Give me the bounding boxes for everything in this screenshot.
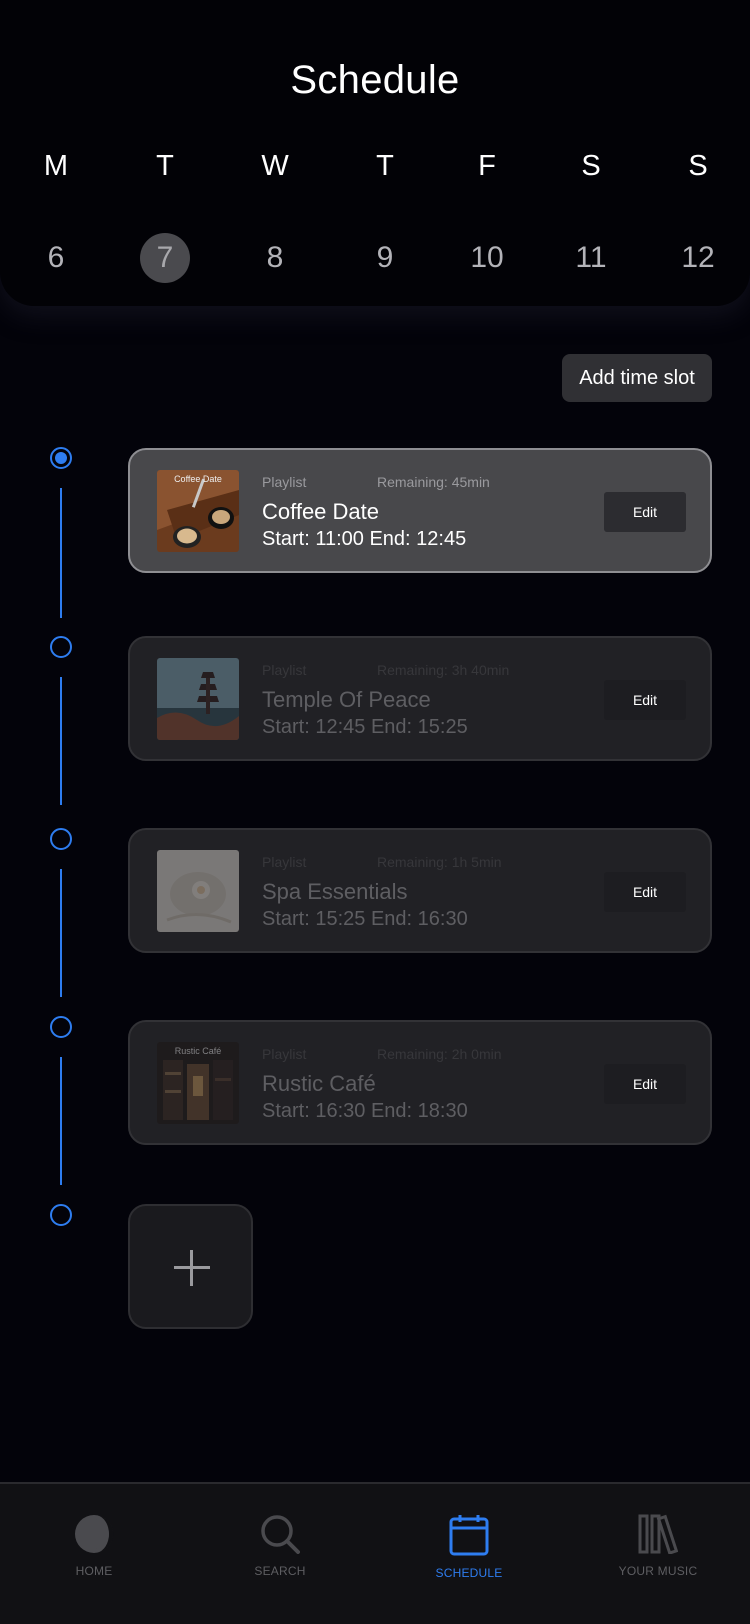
slot-times: Start: 16:30 End: 18:30 [262,1100,468,1122]
time-slot-card-spa-essentials[interactable]: Playlist Remaining: 1h 5min Spa Essentia… [128,828,712,953]
pagoda-landscape-image-icon [157,658,239,740]
add-slot-card[interactable] [128,1204,253,1329]
timeline-node [50,636,72,658]
date-6-button[interactable]: 6 [31,233,81,283]
calendar-icon [449,1515,489,1556]
spa-towel-image-icon [157,850,239,932]
date-10-button[interactable]: 10 [462,233,512,283]
artwork-caption: Coffee Date [174,474,222,484]
weekday-label: S [581,150,601,182]
tab-your-music[interactable]: YOUR MUSIC [578,1514,738,1578]
slot-times: Start: 11:00 End: 12:45 [262,528,467,550]
slot-title: Temple Of Peace [262,687,431,712]
timeline-line [60,1057,62,1185]
edit-button[interactable]: Edit [604,872,686,912]
edit-button[interactable]: Edit [604,492,686,532]
slot-remaining: Remaining: 45min [377,474,490,490]
timeline-node-active [50,447,72,469]
weekday-label: F [478,150,496,182]
slot-type: Playlist [262,474,307,490]
tab-label: SCHEDULE [435,1566,503,1580]
timeline-line [60,869,62,997]
timeline-line [60,488,62,618]
weekday-label: S [688,150,708,182]
slot-times: Start: 12:45 End: 15:25 [262,716,468,738]
date-8-button[interactable]: 8 [250,233,300,283]
edit-button[interactable]: Edit [604,1064,686,1104]
weekday-label: T [156,150,174,182]
time-slot-card-rustic-cafe[interactable]: Rustic Café Playlist Remaining: 2h 0min … [128,1020,712,1145]
date-11-button[interactable]: 11 [566,233,616,283]
page-title: Schedule [290,58,460,102]
edit-button[interactable]: Edit [604,680,686,720]
weekday-label: T [376,150,394,182]
schedule-header: Schedule M T W T F S S 6 7 8 9 10 11 12 [0,0,750,306]
slot-type: Playlist [262,662,307,678]
playlist-artwork [157,850,239,932]
date-9-button[interactable]: 9 [360,233,410,283]
time-slot-card-temple-of-peace[interactable]: Playlist Remaining: 3h 40min Temple Of P… [128,636,712,761]
slot-title: Spa Essentials [262,879,408,904]
tab-label: SEARCH [254,1564,306,1578]
weekday-label: W [261,150,289,182]
timeline-node [50,1016,72,1038]
playlist-artwork [157,658,239,740]
tab-schedule[interactable]: SCHEDULE [389,1514,549,1580]
weekday-label: M [43,150,69,182]
slot-title: Coffee Date [262,499,380,524]
slot-type: Playlist [262,854,307,870]
playlist-artwork: Rustic Café [157,1042,239,1124]
artwork-caption: Rustic Café [174,1046,222,1056]
date-12-button[interactable]: 12 [673,233,723,283]
playlist-artwork: Coffee Date [157,470,239,552]
tab-label: YOUR MUSIC [618,1564,698,1578]
tab-home[interactable]: HOME [14,1514,174,1578]
timeline-node [50,828,72,850]
slot-remaining: Remaining: 1h 5min [377,854,502,870]
slot-title: Rustic Café [262,1071,376,1096]
search-icon [261,1515,300,1554]
time-slot-card-coffee-date[interactable]: Coffee Date Playlist Remaining: 45min Co… [128,448,712,573]
slot-times: Start: 15:25 End: 16:30 [262,908,468,930]
home-icon [75,1515,114,1553]
bottom-tab-bar: HOME SEARCH SCHEDULE YOUR MUSIC [0,1482,750,1624]
tab-search[interactable]: SEARCH [200,1514,360,1578]
slot-remaining: Remaining: 3h 40min [377,662,510,678]
timeline-line [60,677,62,805]
slot-type: Playlist [262,1046,307,1062]
add-time-slot-button[interactable]: Add time slot [562,354,712,402]
timeline-node [50,1204,72,1226]
tab-label: HOME [75,1564,113,1578]
weekday-row: M T W T F S S [0,150,750,210]
slot-remaining: Remaining: 2h 0min [377,1046,502,1062]
date-row: 6 7 8 9 10 11 12 [0,228,750,288]
plus-icon [174,1250,210,1286]
library-icon [638,1514,678,1554]
date-7-button-selected[interactable]: 7 [140,233,190,283]
